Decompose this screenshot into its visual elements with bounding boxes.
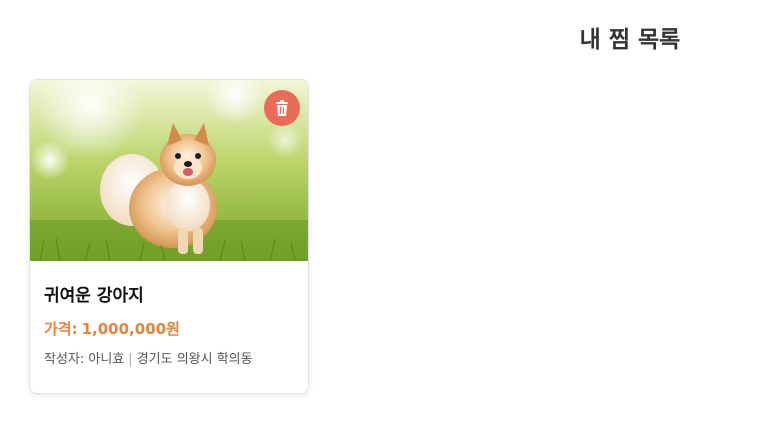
author-name: 아니효 <box>88 352 125 367</box>
meta-separator: | <box>128 352 133 367</box>
page-title: 내 찜 목록 <box>579 27 681 53</box>
delete-button[interactable] <box>264 90 300 126</box>
price-label: 가격: <box>44 320 78 338</box>
trash-icon <box>276 99 288 116</box>
card-body: 귀여운 강아지 가격: 1,000,000원 작성자: 아니효 | 경기도 의왕시 학… <box>44 281 296 367</box>
author-label: 작성자: <box>44 352 85 367</box>
product-title[interactable]: 귀여운 강아지 <box>44 281 296 306</box>
product-location: 경기도 의왕시 학의동 <box>136 352 253 367</box>
wishlist-card[interactable]: 귀여운 강아지 가격: 1,000,000원 작성자: 아니효 | 경기도 의왕시 학… <box>29 79 309 394</box>
product-meta: 작성자: 아니효 | 경기도 의왕시 학의동 <box>44 348 296 367</box>
product-price: 가격: 1,000,000원 <box>44 318 296 339</box>
price-value: 1,000,000원 <box>81 320 180 338</box>
